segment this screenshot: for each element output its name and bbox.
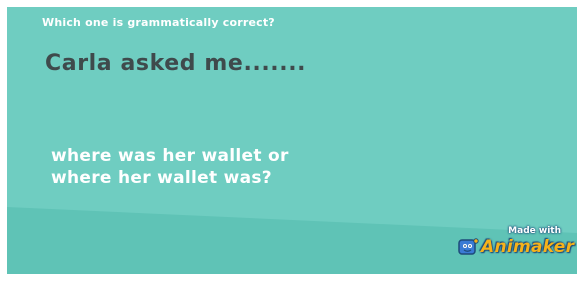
animaker-wordmark: Animaker bbox=[481, 237, 575, 257]
answer-options: where was her wallet or where her wallet… bbox=[51, 145, 289, 189]
question-heading: Which one is grammatically correct? bbox=[42, 16, 275, 29]
made-with-label: Made with bbox=[508, 226, 561, 236]
slide-frame: Which one is grammatically correct? Carl… bbox=[7, 7, 577, 274]
option-line-2: where her wallet was? bbox=[51, 168, 272, 188]
made-with-animaker-badge: Made with Animaker bbox=[457, 226, 574, 266]
option-line-1: where was her wallet or bbox=[51, 146, 289, 166]
prompt-sentence: Carla asked me....... bbox=[45, 51, 307, 76]
animaker-logo-icon bbox=[458, 238, 479, 255]
